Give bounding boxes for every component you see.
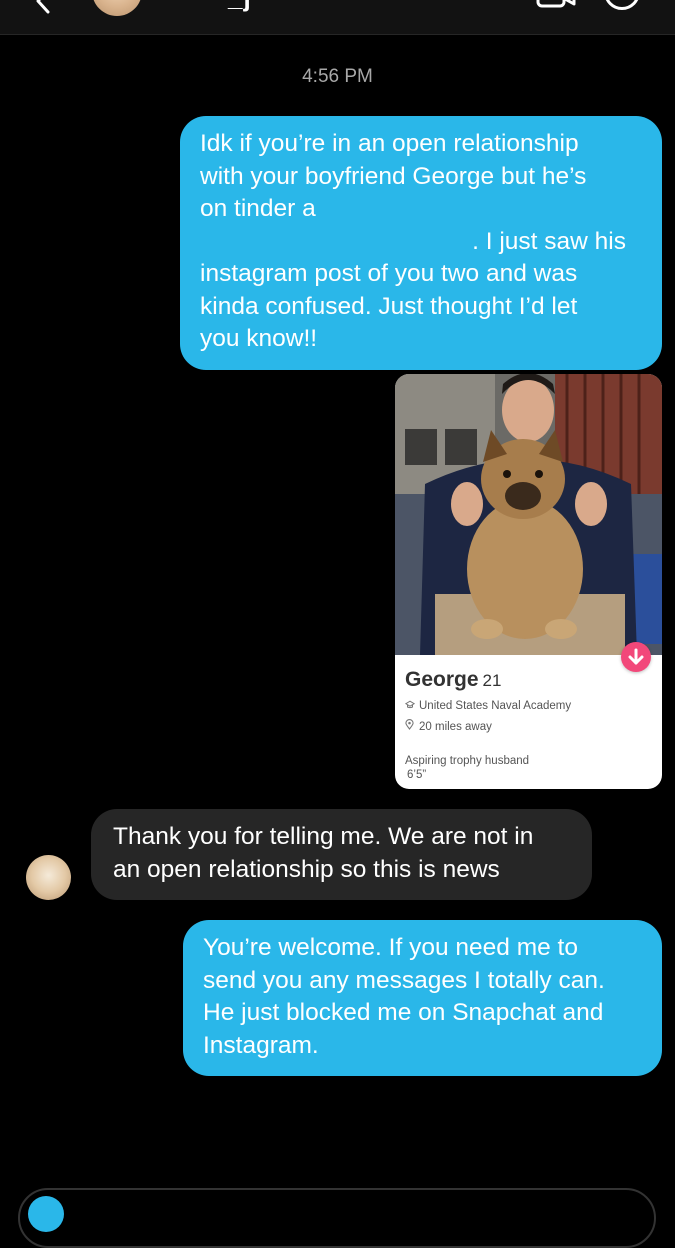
profile-distance: 20 miles away <box>419 721 492 733</box>
message-line: You’re welcome. If you need me to <box>203 934 578 961</box>
message-line: an open relationship so this is news <box>113 855 500 883</box>
profile-school-row: United States Naval Academy <box>404 700 572 712</box>
message-line: send you any messages I totally can. <box>203 966 605 994</box>
chat-header: _j <box>0 0 675 35</box>
message-line: instagram post of you two and was <box>200 260 578 287</box>
info-icon[interactable] <box>604 0 640 10</box>
chevron-left-icon[interactable] <box>28 0 58 16</box>
graduation-cap-icon <box>404 700 419 712</box>
location-pin-icon <box>405 719 419 733</box>
profile-name: George 21 <box>405 668 501 692</box>
message-line: kinda confused. Just thought I’d let <box>200 292 578 320</box>
profile-photo <box>395 374 662 655</box>
camera-button[interactable] <box>28 1196 64 1232</box>
sent-message-bubble[interactable]: You’re welcome. If you need me to send y… <box>183 920 662 1076</box>
message-line: Thank you for telling me. We are not in <box>113 823 534 850</box>
profile-bio-line: 6’5” <box>407 769 427 781</box>
sent-message-bubble[interactable]: Idk if you’re in an open relationship wi… <box>180 116 662 370</box>
message-line: with your boyfriend George but he’s <box>200 162 587 190</box>
message-line: Instagram. <box>203 1031 319 1059</box>
message-line: you know!! <box>200 325 318 352</box>
profile-bio-line: Aspiring trophy husband <box>405 755 530 767</box>
received-message-bubble[interactable]: Thank you for telling me. We are not in … <box>91 809 592 900</box>
message-input-bar[interactable] <box>18 1188 656 1248</box>
sender-avatar[interactable] <box>26 855 71 900</box>
profile-school: United States Naval Academy <box>419 700 572 712</box>
profile-name-text: George <box>405 668 479 691</box>
header-avatar[interactable] <box>92 0 142 16</box>
message-line: Idk if you’re in an open relationship <box>200 130 579 157</box>
message-line: . I just saw his <box>472 227 626 255</box>
message-timestamp: 4:56 PM <box>302 66 373 87</box>
video-camera-icon[interactable] <box>536 0 576 8</box>
profile-distance-row: 20 miles away <box>405 719 492 733</box>
contact-name[interactable]: _j <box>228 0 252 13</box>
message-line: on tinder a <box>200 195 316 222</box>
shared-profile-card[interactable]: George 21 United States Naval Academy 20 … <box>395 374 662 789</box>
arrow-down-icon <box>621 642 651 672</box>
profile-age: 21 <box>482 671 502 690</box>
message-line: He just blocked me on Snapchat and <box>203 999 604 1026</box>
